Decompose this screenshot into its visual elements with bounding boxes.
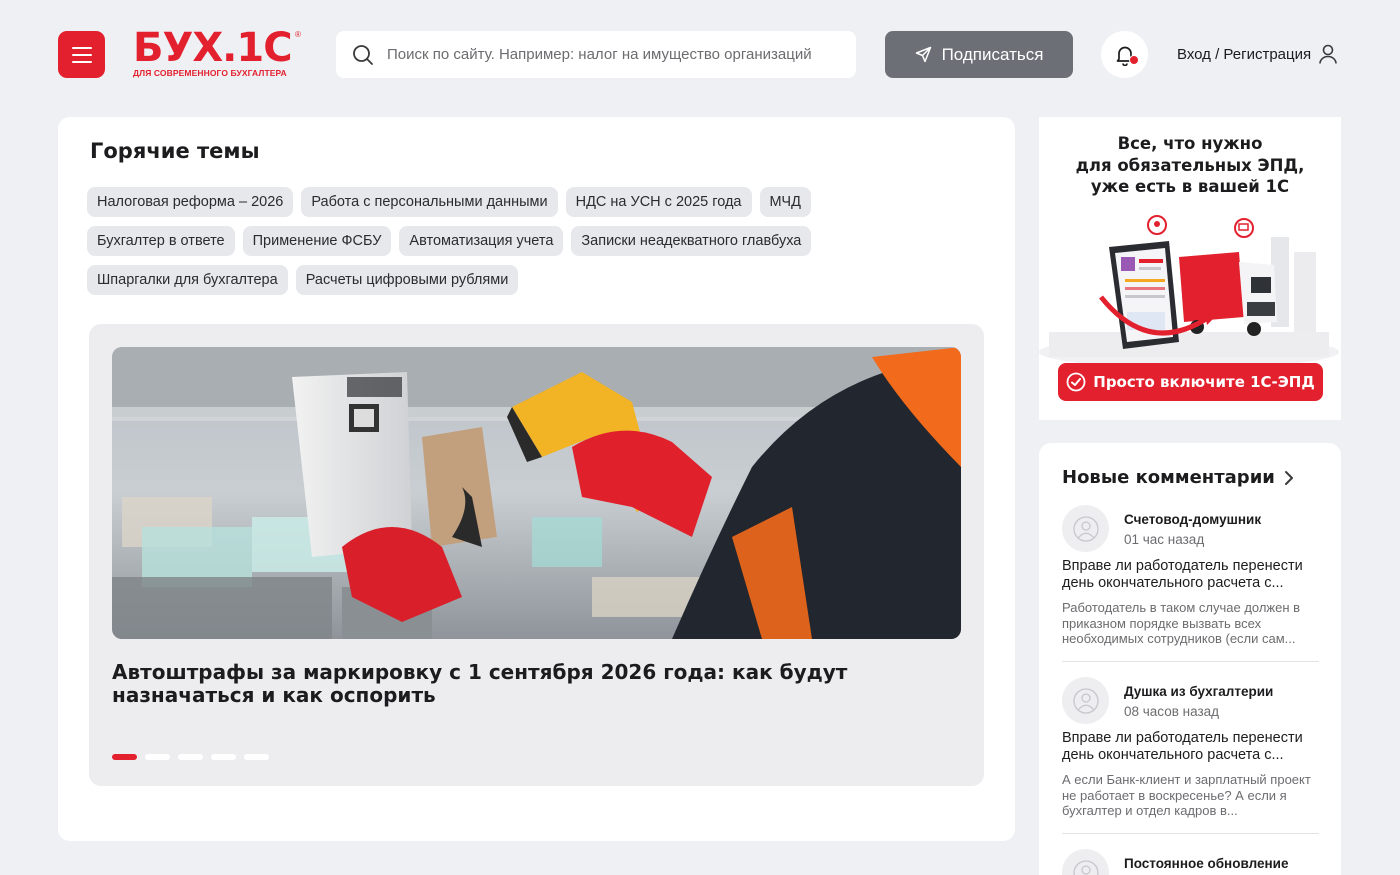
- slider-pagination: [112, 754, 269, 760]
- comment-article-title: Вправе ли работодатель перенести день ок…: [1062, 730, 1303, 763]
- featured-slider: Автоштрафы за маркировку с 1 сентября 20…: [89, 324, 984, 786]
- new-comments-panel: Новые комментарии Счетовод-домушник 01 ч…: [1039, 443, 1341, 875]
- new-comments-title[interactable]: Новые комментарии: [1062, 467, 1275, 488]
- featured-article-title[interactable]: Автоштрафы за маркировку с 1 сентября 20…: [112, 661, 962, 707]
- search-icon: [353, 44, 373, 65]
- login-label: Вход / Регистрация: [1177, 45, 1312, 63]
- topic-tag[interactable]: Расчеты цифровыми рублями: [295, 265, 519, 295]
- avatar: [1062, 849, 1109, 875]
- topic-tag[interactable]: МЧД: [759, 187, 811, 217]
- user-icon: [1319, 44, 1337, 64]
- topic-tag[interactable]: НДС на УСН с 2025 года: [565, 187, 752, 217]
- site-logo[interactable]: БУХ.1С ДЛЯ СОВРЕМЕННОГО БУХГАЛТЕРА ®: [133, 25, 308, 80]
- topic-tags: Налоговая реформа – 2026 Работа с персон…: [87, 187, 987, 304]
- topic-tag[interactable]: Налоговая реформа – 2026: [87, 187, 294, 217]
- user-avatar-icon: [1072, 859, 1099, 875]
- slider-dot[interactable]: [145, 754, 170, 760]
- user-avatar-icon: [1072, 515, 1099, 542]
- ad-banner[interactable]: Все, что нужно для обязательных ЭПД, уже…: [1039, 117, 1341, 420]
- subscribe-button[interactable]: Подписаться: [885, 31, 1073, 78]
- subscribe-label: Подписаться: [941, 44, 1044, 64]
- topic-tag[interactable]: Бухгалтер в ответе: [87, 226, 235, 256]
- comment-item[interactable]: Душка из бухгалтерии 08 часов назад Впра…: [1062, 677, 1319, 827]
- comment-time: 08 часов назад: [1124, 704, 1220, 719]
- check-circle-icon: [1066, 372, 1086, 392]
- user-avatar-icon: [1072, 687, 1099, 714]
- tag-row: Бухгалтер в ответе Применение ФСБУ Автом…: [87, 226, 987, 256]
- comment-text: Работодатель в таком случае должен в при…: [1062, 600, 1301, 647]
- avatar: [1062, 677, 1109, 724]
- slider-dot[interactable]: [211, 754, 236, 760]
- comment-author: Постоянное обновление: [1124, 856, 1289, 871]
- logo-wordmark: БУХ.1С: [133, 25, 293, 71]
- ad-cta-label: Просто включите 1С-ЭПД: [1093, 373, 1315, 391]
- send-icon: [915, 46, 931, 63]
- search-box[interactable]: [336, 31, 856, 78]
- logo-tagline: ДЛЯ СОВРЕМЕННОГО БУХГАЛТЕРА: [133, 68, 287, 78]
- comment-item[interactable]: Счетовод-домушник 01 час назад Вправе ли…: [1062, 505, 1319, 655]
- notification-badge: [1129, 55, 1139, 65]
- chevron-right-icon[interactable]: [1282, 470, 1296, 486]
- notifications-button[interactable]: [1101, 31, 1148, 78]
- comment-text: А если Банк-клиент и зарплатный проект н…: [1062, 772, 1311, 819]
- slider-dot[interactable]: [178, 754, 203, 760]
- topic-tag[interactable]: Автоматизация учета: [399, 226, 564, 256]
- topic-tag[interactable]: Записки неадекватного главбуха: [571, 226, 812, 256]
- slider-dot[interactable]: [244, 754, 269, 760]
- hot-topics-card: Горячие темы Налоговая реформа – 2026 Ра…: [58, 117, 1015, 841]
- comment-author: Счетовод-домушник: [1124, 512, 1262, 527]
- ad-cta-button[interactable]: Просто включите 1С-ЭПД: [1058, 363, 1323, 401]
- hamburger-menu-icon: [71, 46, 92, 49]
- comment-item[interactable]: Постоянное обновление: [1062, 849, 1319, 875]
- tag-row: Налоговая реформа – 2026 Работа с персон…: [87, 187, 987, 217]
- divider: [1062, 833, 1319, 834]
- topic-tag[interactable]: Работа с персональными данными: [301, 187, 558, 217]
- worker-scanning-box-barcode-image[interactable]: [112, 347, 961, 639]
- comment-time: 01 час назад: [1124, 532, 1205, 547]
- divider: [1062, 661, 1319, 662]
- registered-mark-icon: ®: [295, 30, 301, 39]
- login-link[interactable]: Вход / Регистрация: [1177, 41, 1339, 67]
- hot-topics-title: Горячие темы: [90, 139, 260, 163]
- tag-row: Шпаргалки для бухгалтера Расчеты цифровы…: [87, 265, 987, 295]
- search-input[interactable]: [387, 46, 847, 63]
- avatar: [1062, 505, 1109, 552]
- menu-button[interactable]: [58, 31, 105, 78]
- comment-article-title: Вправе ли работодатель перенести день ок…: [1062, 558, 1303, 591]
- topic-tag[interactable]: Применение ФСБУ: [242, 226, 392, 256]
- comment-author: Душка из бухгалтерии: [1124, 684, 1274, 699]
- topic-tag[interactable]: Шпаргалки для бухгалтера: [87, 265, 288, 295]
- slider-dot-active[interactable]: [112, 754, 137, 760]
